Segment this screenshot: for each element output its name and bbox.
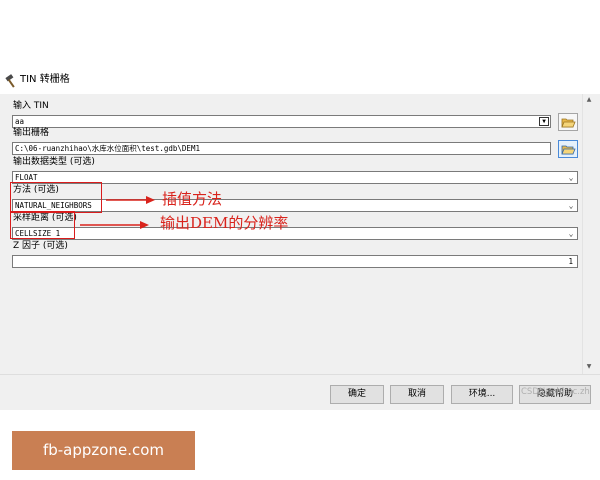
brand-tag: fb-appzone.com: [12, 431, 195, 470]
screenshot: TIN 转栅格 输入 TIN aa ▼ 输出栅格 C:\06-ruanzhiha…: [0, 0, 600, 480]
data-type-label: 输出数据类型 (可选): [13, 157, 95, 167]
sampling-highlight-box: [10, 211, 75, 239]
output-raster-browse-button[interactable]: [558, 140, 578, 158]
hammer-icon: [4, 73, 18, 88]
tin-to-raster-dialog: TIN 转栅格 输入 TIN aa ▼ 输出栅格 C:\06-ruanzhiha…: [0, 66, 600, 410]
cancel-button[interactable]: 取消: [390, 385, 444, 404]
ok-button[interactable]: 确定: [330, 385, 384, 404]
button-bar: 确定 取消 环境... 隐藏帮助 CSDN @hhuc.zh: [0, 374, 600, 410]
z-factor-label: Z 因子 (可选): [13, 241, 68, 251]
chevron-down-icon[interactable]: ⌄: [567, 172, 575, 183]
window-title: TIN 转栅格: [20, 74, 70, 85]
method-annotation: 插值方法: [162, 190, 223, 208]
brand-text: fb-appzone.com: [42, 441, 165, 459]
watermark: CSDN @hhuc.zh: [521, 387, 590, 397]
chevron-down-icon[interactable]: ▼: [539, 117, 549, 126]
output-raster-value: C:\06-ruanzhihao\水库水位面积\test.gdb\DEM1: [15, 144, 200, 153]
output-raster-label: 输出栅格: [13, 128, 50, 138]
input-tin-label: 输入 TIN: [13, 101, 49, 111]
folder-open-icon: [561, 145, 576, 155]
environments-button[interactable]: 环境...: [451, 385, 513, 404]
z-factor-value: 1: [568, 257, 573, 266]
title-bar: TIN 转栅格: [0, 66, 600, 94]
input-tin-combo[interactable]: aa ▼: [12, 115, 551, 128]
scroll-up-icon[interactable]: ▲: [584, 95, 594, 105]
scroll-down-icon[interactable]: ▼: [584, 362, 594, 372]
folder-open-icon: [561, 118, 576, 128]
chevron-down-icon[interactable]: ⌄: [567, 228, 575, 239]
chevron-down-icon[interactable]: ⌄: [567, 200, 575, 211]
method-highlight-box: [10, 182, 102, 213]
vertical-scrollbar[interactable]: ▲ ▼: [582, 94, 594, 374]
arrow-right-icon: [106, 196, 155, 204]
input-tin-browse-button[interactable]: [558, 113, 578, 131]
z-factor-input[interactable]: 1: [12, 255, 578, 268]
arrow-right-icon: [80, 221, 149, 229]
sampling-annotation: 输出DEM的分辨率: [160, 214, 289, 232]
data-type-value: FLOAT: [15, 173, 38, 182]
parameter-form: 输入 TIN aa ▼ 输出栅格 C:\06-ruanzhihao\水库水位面积…: [0, 94, 600, 374]
input-tin-value: aa: [15, 117, 25, 126]
output-raster-input[interactable]: C:\06-ruanzhihao\水库水位面积\test.gdb\DEM1: [12, 142, 551, 155]
